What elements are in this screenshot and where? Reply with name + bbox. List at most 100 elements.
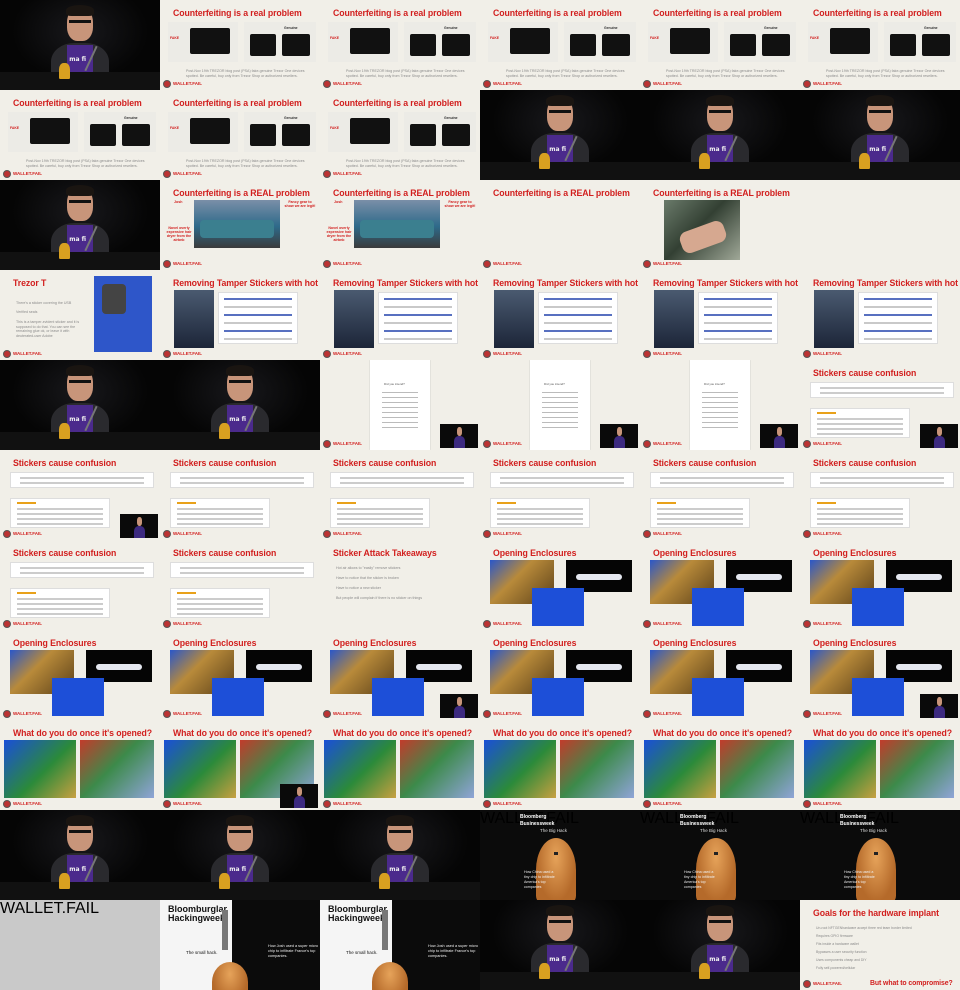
thumbnail-frame[interactable]: Bloomberg Businessweek The Big Hack How Ch… [800,810,960,900]
fake-label: FAKE [10,126,20,130]
fake-wallet-photo: FAKE [488,22,558,62]
thumbnail-frame[interactable]: Opening Enclosures WALLET.FAIL [320,630,480,720]
brand-label: WALLET.FAIL [173,261,202,266]
thumbnail-frame[interactable]: What do you do once it's opened? WALLET.F… [800,720,960,810]
thumbnail-frame[interactable]: Opening Enclosures WALLET.FAIL [800,540,960,630]
review-line [656,513,744,515]
thumbnail-frame[interactable]: Bloomberg Businessweek The Big Hack How Ch… [640,810,800,900]
thumbnail-frame[interactable]: Removing Tamper Stickers with hot air WAL… [800,270,960,360]
result-line [223,306,293,308]
thumbnail-frame[interactable]: What do you do once it's opened? WALLET.F… [480,720,640,810]
thumbnail-frame[interactable]: Stickers cause confusion WALLET.FAIL [800,450,960,540]
brand-logo-icon [483,80,491,88]
thumbnail-frame[interactable]: Removing Tamper Stickers with hot air WAL… [640,270,800,360]
thumbnail-frame[interactable]: Did you intend? WALLET.FAIL [320,360,480,450]
thumbnail-frame[interactable]: ma fi [480,90,640,180]
thumbnail-frame[interactable]: ma fi [480,900,640,990]
thumbnail-frame[interactable]: Counterfeiting is a real problem FAKE Genu… [160,90,320,180]
thumbnail-frame[interactable]: WALLET.FAIL [0,900,160,990]
thumbnail-frame[interactable]: ma fi [0,0,160,90]
thumbnail-frame[interactable]: Removing Tamper Stickers with hot air WAL… [320,270,480,360]
fake-label: FAKE [490,36,500,40]
thumbnail-frame[interactable]: Bloomburglar Hackingweek The small hack. H… [160,900,320,990]
thumbnail-frame[interactable]: Removing Tamper Stickers with hot air WAL… [480,270,640,360]
thumbnail-frame[interactable]: Stickers cause confusion WALLET.FAIL [0,540,160,630]
thumbnail-frame[interactable]: Opening Enclosures WALLET.FAIL [640,630,800,720]
thumbnail-frame[interactable]: Goals for the hardware implant Un-root NF… [800,900,960,990]
thumbnail-frame[interactable]: Counterfeiting is a real problem FAKE Genu… [0,90,160,180]
thumbnail-frame[interactable]: ma fi [640,900,800,990]
brand-logo-icon [3,170,11,178]
brand-logo-icon [3,620,11,628]
thumbnail-frame[interactable]: Trezor T There's a sticker covering the U… [0,270,160,360]
brand-logo-icon [483,350,491,358]
review-line [816,428,904,430]
thumbnail-frame[interactable]: Counterfeiting is a REAL problem WALLET.F… [480,180,640,270]
thumbnail-frame[interactable]: Opening Enclosures WALLET.FAIL [160,630,320,720]
thumbnail-frame[interactable]: Counterfeiting is a real problem FAKE Genu… [640,0,800,90]
blue-photo [532,588,584,626]
review-line [19,567,145,569]
speaker-glasses [228,829,252,833]
speaker-glasses [228,379,252,383]
thumbnail-frame[interactable] [800,180,960,270]
thumbnail-frame[interactable]: ma fi [0,810,160,900]
stars [16,592,37,594]
the-big-hack: The Big Hack [540,828,568,833]
thumbnail-frame[interactable]: Sticker Attack Takeaways Hot air allows t… [320,540,480,630]
fake-device [190,28,230,54]
thumbnail-frame[interactable]: What do you do once it's opened? WALLET.F… [160,720,320,810]
thumbnail-frame[interactable]: Opening Enclosures WALLET.FAIL [480,540,640,630]
thumbnail-frame[interactable]: Did you intend? WALLET.FAIL [480,360,640,450]
thumbnail-frame[interactable]: Bloomburglar Hackingweek The small hack. H… [320,900,480,990]
slide-title: Opening Enclosures [333,638,417,649]
thumbnail-frame[interactable]: Stickers cause confusion WALLET.FAIL [160,450,320,540]
thumbnail-frame[interactable]: Stickers cause confusion WALLET.FAIL [640,450,800,540]
thumbnail-frame[interactable]: Bloomberg Businessweek The Big Hack How Ch… [480,810,640,900]
slide-title: Counterfeiting is a real problem [653,8,782,19]
genuine-device-2 [602,34,630,56]
slide-title: Counterfeiting is a REAL problem [653,188,790,199]
thumbnail-frame[interactable]: Stickers cause confusion WALLET.FAIL [0,450,160,540]
thumbnail-frame[interactable]: Counterfeiting is a REAL problem Josh Nove… [320,180,480,270]
thumbnail-frame[interactable]: ma fi [0,180,160,270]
counterfeit-bullets: Post-Nov 19th TREZOR blog post (PSA) fak… [506,69,625,78]
thumbnail-frame[interactable]: Did you intend? WALLET.FAIL [640,360,800,450]
brand-label: WALLET.FAIL [13,711,42,716]
thumbnail-frame[interactable]: What do you do once it's opened? WALLET.F… [320,720,480,810]
thumbnail-frame[interactable]: ma fi [160,360,320,450]
thumbnail-frame[interactable]: Counterfeiting is a real problem FAKE Genu… [480,0,640,90]
thumbnail-frame[interactable]: Stickers cause confusion WALLET.FAIL [480,450,640,540]
thumbnail-frame[interactable]: Counterfeiting is a real problem FAKE Genu… [320,90,480,180]
fake-wallet-photo: FAKE [328,22,398,62]
bloomberg-businessweek: Bloomberg Businessweek [680,814,715,827]
thumbnail-frame[interactable]: What do you do once it's opened? WALLET.F… [0,720,160,810]
thumbnail-frame[interactable]: Stickers cause confusion WALLET.FAIL [320,450,480,540]
thumbnail-frame[interactable]: Stickers cause confusion WALLET.FAIL [800,360,960,450]
thumbnail-frame[interactable]: Opening Enclosures WALLET.FAIL [800,630,960,720]
thumbnail-frame[interactable]: Counterfeiting is a real problem FAKE Genu… [320,0,480,90]
thumbnail-frame[interactable]: ma fi [320,810,480,900]
thumbnail-frame[interactable]: Opening Enclosures WALLET.FAIL [480,630,640,720]
thumbnail-frame[interactable]: Counterfeiting is a REAL problem WALLET.F… [640,180,800,270]
thumbnail-frame[interactable]: ma fi [0,360,160,450]
result-line [383,298,453,300]
thumbnail-frame[interactable]: What do you do once it's opened? WALLET.F… [640,720,800,810]
hot-air-photo [334,290,374,348]
slide-title: Counterfeiting is a REAL problem [333,188,470,199]
review-line [336,513,424,515]
thumbnail-frame[interactable]: ma fi [160,810,320,900]
thumbnail-frame[interactable]: Stickers cause confusion WALLET.FAIL [160,540,320,630]
brand-logo-icon [163,800,171,808]
thumbnail-frame[interactable]: Opening Enclosures WALLET.FAIL [640,540,800,630]
thumbnail-frame[interactable]: Removing Tamper Stickers with hot air WAL… [160,270,320,360]
review-block-1 [810,472,954,488]
thumbnail-frame[interactable]: Counterfeiting is a real problem FAKE Genu… [800,0,960,90]
review-line [816,523,904,525]
thumbnail-frame[interactable]: ma fi [640,90,800,180]
thumbnail-frame[interactable]: ma fi [800,90,960,180]
thumbnail-frame[interactable]: Opening Enclosures WALLET.FAIL [0,630,160,720]
thumbnail-frame[interactable]: Counterfeiting is a real problem FAKE Genu… [160,0,320,90]
brand-logo-icon [643,440,651,448]
thumbnail-frame[interactable]: Counterfeiting is a REAL problem Josh Nove… [160,180,320,270]
